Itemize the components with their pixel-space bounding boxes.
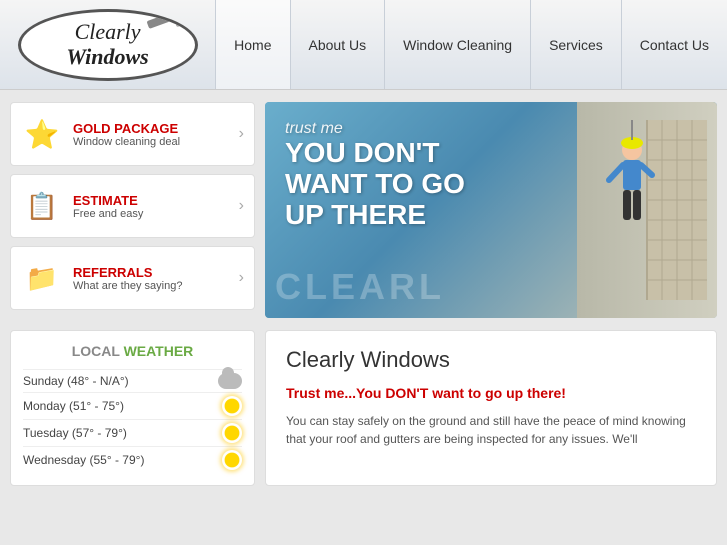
promo-referrals-arrow: › <box>239 269 244 287</box>
weather-box: LOCAL WEATHER Sunday (48° - N/A°) Monday… <box>10 330 255 486</box>
weather-row-monday: Monday (51° - 75°) <box>23 392 242 419</box>
promo-estimate-text: ESTIMATE Free and easy <box>73 193 143 220</box>
logo: Clearly Windows <box>18 9 198 81</box>
promo-gold-title: GOLD PACKAGE <box>73 121 180 136</box>
promo-referrals-text: REFERRALS What are they saying? <box>73 265 182 292</box>
squeegee-icon <box>146 11 177 29</box>
promo-estimate-subtitle: Free and easy <box>73 208 143 220</box>
cloud-icon-sunday <box>218 373 242 389</box>
weather-sunday-label: Sunday (48° - N/A°) <box>23 374 129 388</box>
promo-referrals[interactable]: 📁 REFERRALS What are they saying? › <box>10 246 255 310</box>
sun-icon-tuesday <box>222 423 242 443</box>
gold-star-icon: ⭐ <box>21 113 63 155</box>
hero-text: trust me YOU DON'T WANT TO GO UP THERE <box>285 120 465 230</box>
weather-row-sunday: Sunday (48° - N/A°) <box>23 369 242 392</box>
clipboard-icon: 📋 <box>21 185 63 227</box>
promo-estimate-title: ESTIMATE <box>73 193 143 208</box>
weather-monday-label: Monday (51° - 75°) <box>23 399 124 413</box>
hero-main-line2: WANT TO GO <box>285 169 465 200</box>
weather-weather-label: WEATHER <box>124 343 194 359</box>
hero-trust-me: trust me <box>285 120 465 138</box>
nav-window-cleaning[interactable]: Window Cleaning <box>384 0 530 89</box>
sun-icon-wednesday <box>222 450 242 470</box>
sun-icon-monday <box>222 396 242 416</box>
site-header: Clearly Windows Home About Us Window Cle… <box>0 0 727 90</box>
hero-main-line1: YOU DON'T <box>285 138 465 169</box>
promo-referrals-subtitle: What are they saying? <box>73 280 182 292</box>
content-body: You can stay safely on the ground and st… <box>286 412 696 448</box>
promo-gold-arrow: › <box>239 125 244 143</box>
hero-watermark: CLEARL <box>275 266 445 308</box>
worker-svg <box>587 120 707 300</box>
hero-banner: trust me YOU DON'T WANT TO GO UP THERE C… <box>265 102 717 318</box>
nav-services[interactable]: Services <box>530 0 621 89</box>
weather-row-tuesday: Tuesday (57° - 79°) <box>23 419 242 446</box>
nav-contact[interactable]: Contact Us <box>621 0 727 89</box>
weather-local-label: LOCAL <box>72 343 120 359</box>
bottom-section: LOCAL WEATHER Sunday (48° - N/A°) Monday… <box>0 330 727 498</box>
weather-title: LOCAL WEATHER <box>23 343 242 359</box>
content-box: Clearly Windows Trust me...You DON'T wan… <box>265 330 717 486</box>
worker-figure <box>577 102 717 318</box>
logo-area: Clearly Windows <box>0 1 215 89</box>
promo-gold-text: GOLD PACKAGE Window cleaning deal <box>73 121 180 148</box>
promo-gold[interactable]: ⭐ GOLD PACKAGE Window cleaning deal › <box>10 102 255 166</box>
main-nav: Home About Us Window Cleaning Services C… <box>215 0 727 89</box>
weather-wednesday-label: Wednesday (55° - 79°) <box>23 453 144 467</box>
logo-text: Clearly Windows <box>66 20 148 68</box>
nav-about[interactable]: About Us <box>290 0 385 89</box>
weather-row-wednesday: Wednesday (55° - 79°) <box>23 446 242 473</box>
content-tagline: Trust me...You DON'T want to go up there… <box>286 383 696 404</box>
promo-estimate[interactable]: 📋 ESTIMATE Free and easy › <box>10 174 255 238</box>
folder-icon: 📁 <box>21 257 63 299</box>
hero-main-line3: UP THERE <box>285 200 465 231</box>
nav-home[interactable]: Home <box>215 0 289 89</box>
content-heading: Clearly Windows <box>286 347 696 373</box>
weather-tuesday-label: Tuesday (57° - 79°) <box>23 426 127 440</box>
sidebar: ⭐ GOLD PACKAGE Window cleaning deal › 📋 … <box>10 102 255 318</box>
promo-gold-subtitle: Window cleaning deal <box>73 136 180 148</box>
promo-referrals-title: REFERRALS <box>73 265 182 280</box>
main-content-row: ⭐ GOLD PACKAGE Window cleaning deal › 📋 … <box>0 90 727 330</box>
promo-estimate-arrow: › <box>239 197 244 215</box>
